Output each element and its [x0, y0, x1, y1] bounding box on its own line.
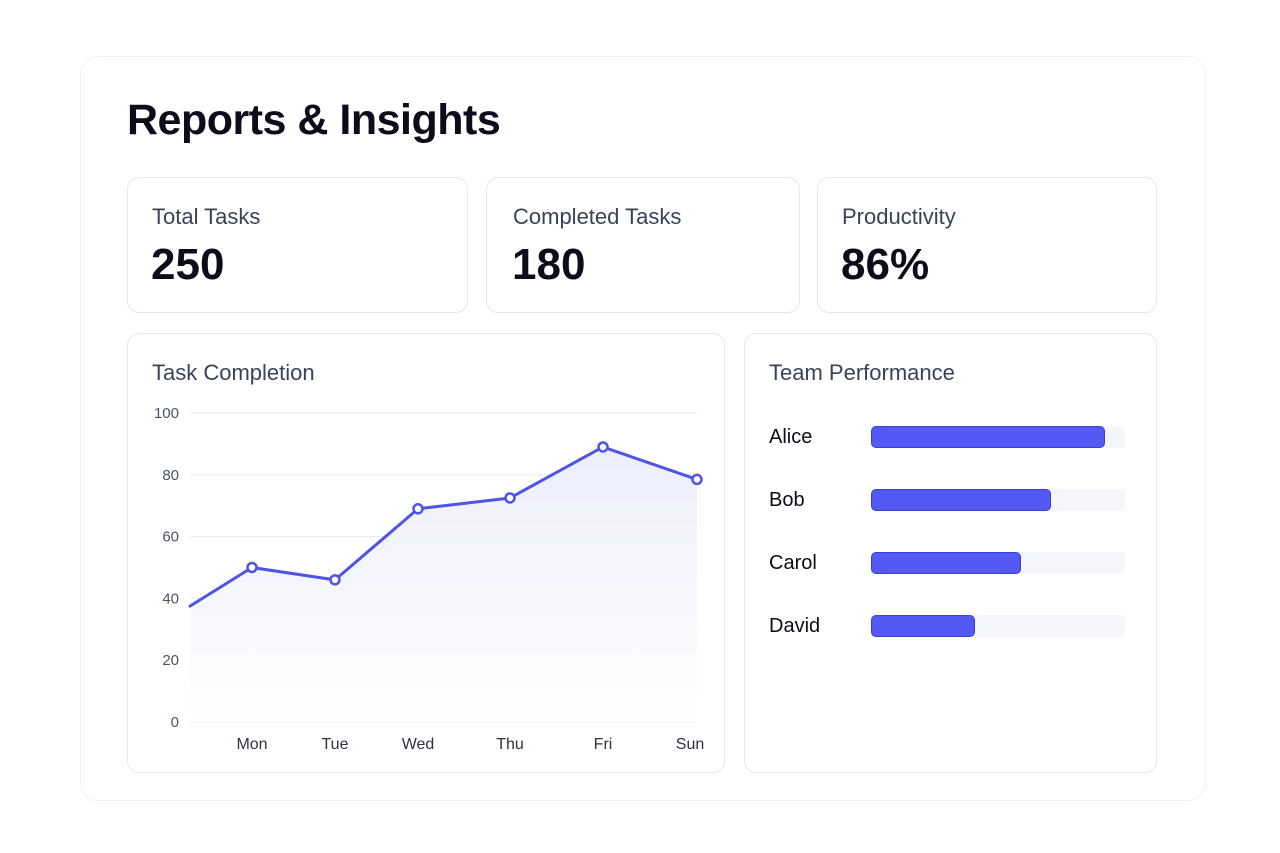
stat-card-productivity: Productivity 86% [817, 177, 1157, 313]
y-tick-label: 80 [162, 467, 179, 484]
team-performance-card: Team Performance Alice Bob Carol David [744, 333, 1157, 773]
y-tick-label: 60 [162, 529, 179, 546]
y-tick-label: 0 [171, 714, 179, 731]
team-performance-title: Team Performance [769, 360, 955, 385]
team-member-name: David [769, 615, 821, 637]
stat-card-total-tasks: Total Tasks 250 [127, 177, 468, 313]
task-completion-card: Task Completion 0 20 40 60 80 100 Mon Tue Wed Thu… [127, 333, 725, 773]
team-member-name: Bob [769, 489, 805, 511]
performance-bar-track [871, 426, 1125, 448]
performance-bar-fill [871, 615, 976, 637]
performance-bar-track [871, 489, 1125, 511]
data-point [597, 441, 609, 453]
stat-value: 180 [512, 240, 586, 289]
data-point [412, 503, 424, 515]
team-row-bob: Bob [769, 488, 1129, 512]
x-tick-label: Sun [676, 736, 704, 753]
x-tick-label: Fri [594, 736, 613, 753]
stat-label: Completed Tasks [513, 204, 682, 229]
performance-bar-fill [871, 426, 1105, 448]
page-title: Reports & Insights [127, 96, 501, 144]
y-tick-label: 100 [154, 405, 179, 422]
team-row-david: David [769, 614, 1129, 638]
performance-bar-fill [871, 489, 1052, 511]
y-tick-label: 20 [162, 652, 179, 669]
data-point [246, 561, 258, 574]
team-row-alice: Alice [769, 425, 1129, 449]
data-point [691, 473, 703, 486]
x-tick-label: Mon [236, 736, 267, 753]
stat-value: 86% [841, 240, 930, 289]
team-member-name: Carol [769, 552, 817, 574]
performance-bar-track [871, 552, 1125, 574]
data-point [504, 492, 516, 504]
x-tick-label: Wed [402, 736, 435, 753]
data-point [329, 574, 341, 586]
x-tick-label: Thu [496, 736, 524, 753]
x-tick-label: Tue [322, 736, 349, 753]
stat-label: Total Tasks [152, 204, 261, 229]
team-member-name: Alice [769, 426, 813, 448]
team-row-carol: Carol [769, 551, 1129, 575]
series-area [190, 446, 697, 722]
performance-bar-fill [871, 552, 1021, 574]
stat-label: Productivity [842, 204, 956, 229]
y-tick-label: 40 [162, 590, 179, 607]
task-completion-chart: 0 20 40 60 80 100 Mon Tue Wed Thu Fri Sun [154, 405, 704, 753]
stat-card-completed-tasks: Completed Tasks 180 [486, 177, 800, 313]
performance-bar-track [871, 615, 1125, 637]
stat-value: 250 [151, 240, 225, 289]
